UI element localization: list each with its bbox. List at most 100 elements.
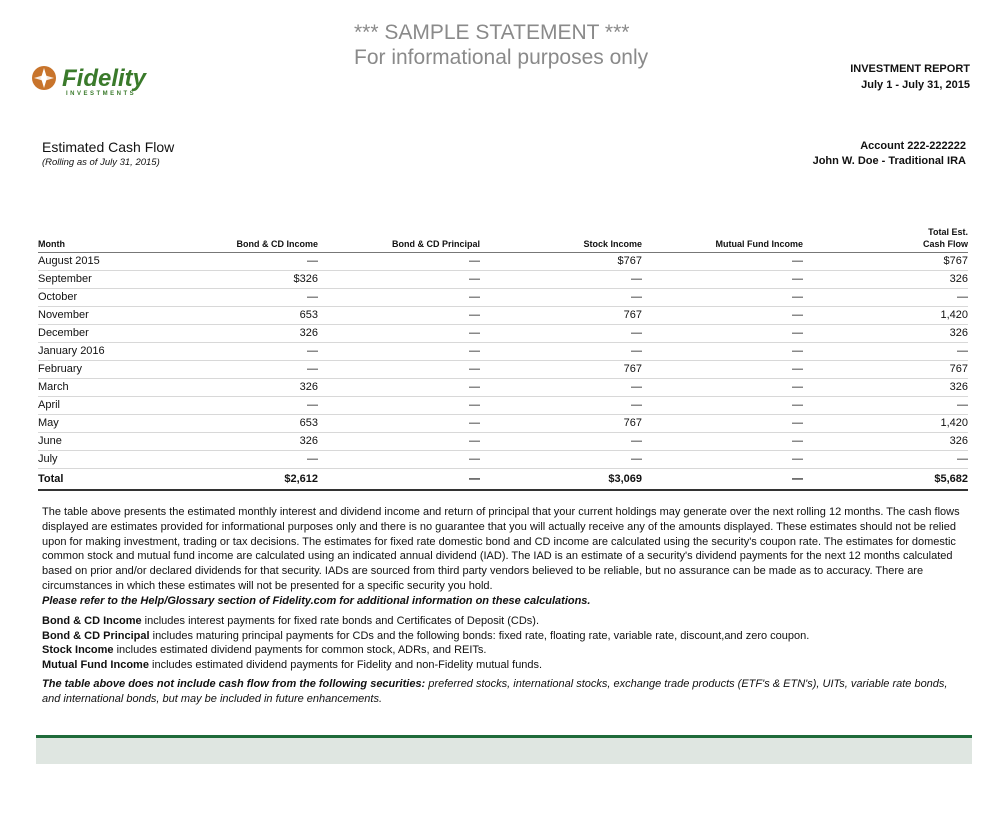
logo-wordmark: Fidelity <box>62 65 148 92</box>
cell-month: April <box>38 396 188 415</box>
table-row: July — — — — — <box>38 450 968 469</box>
table-row: December 326— — —326 <box>38 324 968 343</box>
cell-bond-principal: — <box>318 450 480 469</box>
cell-month: August 2015 <box>38 252 188 271</box>
definition-desc: includes maturing principal payments for… <box>149 629 810 642</box>
col-total-line-2: Cash Flow <box>922 239 968 249</box>
cell-bond-income: $326 <box>188 270 318 289</box>
fidelity-logo-mark: Fidelity INVESTMENTS <box>32 65 148 97</box>
account-info: Account 222-222222 John W. Doe - Traditi… <box>770 139 966 169</box>
cell-mutual: — <box>642 288 803 307</box>
cell-total: 1,420 <box>803 414 968 433</box>
explanation-body: The table above presents the estimated m… <box>42 506 960 592</box>
col-stock-income: Stock Income <box>480 226 642 253</box>
definition-term: Bond & CD Principal <box>42 629 150 642</box>
cell-bond-income: — <box>188 288 318 307</box>
cell-month: March <box>38 378 188 397</box>
cell-stock: — <box>480 324 642 343</box>
account-holder: John W. Doe - Traditional IRA <box>812 155 966 167</box>
cell-month: January 2016 <box>38 342 188 361</box>
cell-bond-income: 326 <box>188 432 318 451</box>
table-row: May 653—767—1,420 <box>38 414 968 433</box>
definition-term: Stock Income <box>42 644 114 657</box>
cell-mutual: — <box>642 324 803 343</box>
cell-bond-principal: — <box>318 342 480 361</box>
definition-item: Bond & CD Principal includes maturing pr… <box>42 629 942 644</box>
col-bond-income: Bond & CD Income <box>188 226 318 253</box>
definition-item: Stock Income includes estimated dividend… <box>42 643 942 658</box>
definition-desc: includes estimated dividend payments for… <box>113 644 487 657</box>
cell-mutual: — <box>642 414 803 433</box>
table-row: January 2016— — — — — <box>38 342 968 361</box>
col-total-line-1: Total Est. <box>928 227 968 237</box>
cell-bond-principal: — <box>318 468 480 491</box>
cell-month: May <box>38 414 188 433</box>
definition-item: Mutual Fund Income includes estimated di… <box>42 658 942 673</box>
cell-total: 767 <box>803 360 968 379</box>
cell-mutual: — <box>642 360 803 379</box>
table-row: March 326— — —326 <box>38 378 968 397</box>
table-row: April — — — — — <box>38 396 968 415</box>
cell-bond-principal: — <box>318 252 480 271</box>
cell-month: Total <box>38 468 188 491</box>
definition-desc: includes interest payments for fixed rat… <box>141 615 540 627</box>
cell-total: — <box>803 396 968 415</box>
cell-month: September <box>38 270 188 289</box>
cell-bond-income: — <box>188 396 318 415</box>
cell-bond-principal: — <box>318 360 480 379</box>
cell-month: February <box>38 360 188 379</box>
watermark-line-1: *** SAMPLE STATEMENT *** <box>354 21 630 44</box>
cell-stock: 767 <box>480 360 642 379</box>
cell-stock: $3,069 <box>480 468 642 491</box>
cell-bond-income: 326 <box>188 324 318 343</box>
cell-total: 326 <box>803 324 968 343</box>
cell-stock: — <box>480 432 642 451</box>
cell-bond-principal: — <box>318 306 480 325</box>
col-total: Total Est. Cash Flow <box>803 226 968 253</box>
cell-bond-principal: — <box>318 414 480 433</box>
cell-bond-principal: — <box>318 396 480 415</box>
exclusions-lead: The table above does not include cash fl… <box>42 678 426 690</box>
cell-stock: — <box>480 396 642 415</box>
table-row: November 653—767—1,420 <box>38 306 968 325</box>
cell-bond-income: — <box>188 252 318 271</box>
account-number: Account 222-222222 <box>860 140 966 152</box>
cell-month: June <box>38 432 188 451</box>
cell-total: — <box>803 450 968 469</box>
cell-stock: — <box>480 288 642 307</box>
exclusions-note: The table above does not include cash fl… <box>42 677 952 706</box>
section-header: Estimated Cash Flow (Rolling as of July … <box>42 139 202 170</box>
cell-total: 326 <box>803 378 968 397</box>
definitions: Bond & CD Income includes interest payme… <box>42 614 942 672</box>
cell-mutual: — <box>642 432 803 451</box>
section-title: Estimated Cash Flow <box>42 139 175 155</box>
cell-stock: 767 <box>480 414 642 433</box>
cell-bond-principal: — <box>318 288 480 307</box>
cell-stock: 767 <box>480 306 642 325</box>
watermark-line-2: For informational purposes only <box>354 46 649 69</box>
cell-bond-principal: — <box>318 270 480 289</box>
cell-bond-income: 653 <box>188 414 318 433</box>
table-row: August 2015— — $767— $767 <box>38 252 968 271</box>
cell-bond-principal: — <box>318 378 480 397</box>
cell-month: October <box>38 288 188 307</box>
cell-mutual: — <box>642 378 803 397</box>
cell-bond-income: — <box>188 360 318 379</box>
cell-mutual: — <box>642 342 803 361</box>
cell-bond-income: — <box>188 450 318 469</box>
table-row: June 326— — —326 <box>38 432 968 451</box>
report-period: July 1 - July 31, 2015 <box>861 79 970 91</box>
cell-bond-principal: — <box>318 324 480 343</box>
definition-item: Bond & CD Income includes interest payme… <box>42 614 942 629</box>
cell-mutual: — <box>642 306 803 325</box>
cell-stock: — <box>480 270 642 289</box>
cell-total: 1,420 <box>803 306 968 325</box>
footer-bar <box>36 735 972 764</box>
cell-mutual: — <box>642 396 803 415</box>
logo-subtext: INVESTMENTS <box>66 91 136 97</box>
sample-watermark: *** SAMPLE STATEMENT *** For information… <box>354 20 664 70</box>
col-month: Month <box>38 226 188 253</box>
cell-bond-income: — <box>188 342 318 361</box>
table-row: September $326— — —326 <box>38 270 968 289</box>
col-mutual-income: Mutual Fund Income <box>642 226 803 253</box>
